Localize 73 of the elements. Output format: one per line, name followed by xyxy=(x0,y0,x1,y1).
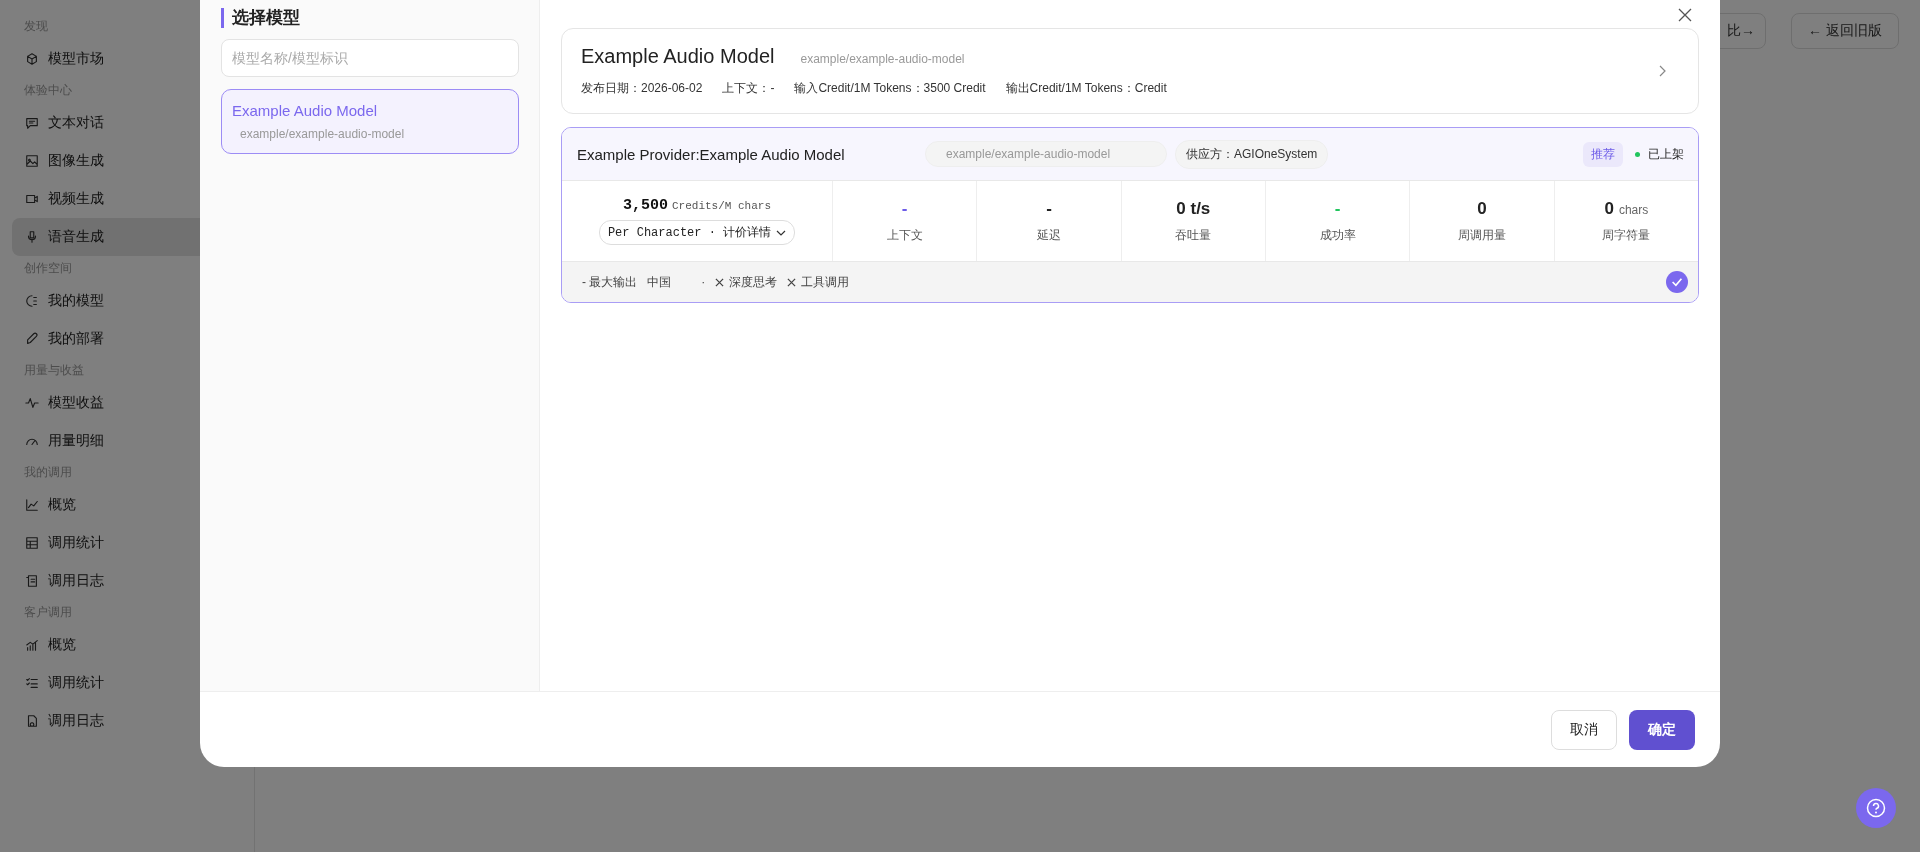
price-amount: 3,500 xyxy=(622,197,668,214)
nav-item[interactable]: 概览 xyxy=(12,486,242,524)
help-icon xyxy=(1866,798,1886,818)
selected-check-icon xyxy=(1666,271,1688,293)
chevron-right-icon xyxy=(1658,65,1666,77)
stat-label: 吞吐量 xyxy=(1175,226,1212,244)
stat-label: 周调用量 xyxy=(1458,226,1506,244)
limit-text: 中国 xyxy=(647,273,672,291)
nav-icon xyxy=(25,574,39,588)
nav-icon xyxy=(25,714,39,728)
nav-item[interactable]: 用量明细 xyxy=(12,422,242,460)
top-button[interactable]: ← 返回旧版 xyxy=(1791,13,1899,49)
nav-item[interactable]: 模型收益 xyxy=(12,384,242,422)
nav-icon xyxy=(25,396,39,410)
nav-icon xyxy=(25,192,39,206)
nav-item[interactable]: 调用日志 xyxy=(12,562,242,600)
confirm-button[interactable]: 确定 xyxy=(1629,709,1695,750)
provider-name: Example Provider:Example Audio Model xyxy=(577,145,846,163)
nav-item[interactable]: 调用日志 xyxy=(12,702,242,740)
stat-label: 上下文 xyxy=(886,226,923,244)
meta-item: 上下文：- xyxy=(722,80,775,97)
price-unit: Credits/M chars xyxy=(672,200,771,212)
provider-card[interactable]: Example Provider:Example Audio Model example/example-audio-model 供应方：AGIOneSystem 推荐 已上架 3,500 Credits/M chars Per Character · 计价详情 - 上下文 - 延迟 0 t/s 吞吐量 - 成功率 0 周调用量 0 chars 周字符量 - 最大输出 中国 · 深度思考 工具调用 xyxy=(561,127,1699,303)
stat-label: 周字符量 xyxy=(1602,226,1651,244)
nav-icon xyxy=(25,116,39,130)
meta-item: 输入Credit/1M Tokens：3500 Credit xyxy=(794,80,986,97)
model-name: Example Audio Model xyxy=(232,102,379,119)
nav-item[interactable]: 视频生成 xyxy=(12,180,242,218)
recommend-badge: 推荐 xyxy=(1583,141,1623,167)
meta-item: 发布日期：2026-06-02 xyxy=(581,80,703,97)
help-button[interactable] xyxy=(1856,788,1896,828)
vendor-tag: 供应方：AGIOneSystem xyxy=(1175,139,1329,169)
nav-icon xyxy=(25,638,39,652)
pricing-dropdown[interactable]: Per Character · 计价详情 xyxy=(598,220,796,245)
limit-text: - 最大输出 xyxy=(582,273,638,291)
nav-icon xyxy=(25,154,39,168)
nav-icon xyxy=(25,498,39,512)
nav-icon xyxy=(25,676,39,690)
nav-icon xyxy=(25,294,39,308)
stat-value: - xyxy=(1334,198,1341,219)
cancel-button[interactable]: 取消 xyxy=(1551,709,1617,750)
stat-label: 延迟 xyxy=(1037,226,1061,244)
stat-value: 0 xyxy=(1604,198,1614,219)
model-list-item[interactable]: Example Audio Model example/example-audio-model xyxy=(221,89,519,154)
status-label: 已上架 xyxy=(1648,145,1684,163)
model-title: Example Audio Model xyxy=(581,45,775,68)
model-id-tag: example/example-audio-model xyxy=(925,141,1167,167)
nav-item[interactable]: 调用统计 xyxy=(12,664,242,702)
meta-item: 输出Credit/1M Tokens：Credit xyxy=(1005,80,1167,97)
limit-text: · xyxy=(701,275,706,289)
nav-item[interactable]: 我的部署 xyxy=(12,320,242,358)
model-summary-card[interactable]: Example Audio Model example/example-audio-model 发布日期：2026-06-02 上下文：- 输入Credit/1M Tokens：3500 Credit 输出Credit/1M Tokens：Credit xyxy=(561,28,1699,114)
nav-icon xyxy=(25,230,39,244)
nav-item[interactable]: 概览 xyxy=(12,626,242,664)
nav-icon xyxy=(25,52,39,66)
stat-value: - xyxy=(901,198,908,219)
capability-label: 工具调用 xyxy=(801,273,850,291)
model-id: example/example-audio-model xyxy=(240,127,406,141)
stat-value: - xyxy=(1046,198,1052,219)
capability-label: 深度思考 xyxy=(729,273,778,291)
nav-item[interactable]: 调用统计 xyxy=(12,524,242,562)
nav-icon xyxy=(25,332,39,346)
search-field[interactable]: 模型名称/模型标识 xyxy=(221,39,519,77)
nav-item[interactable]: 我的模型 xyxy=(12,282,242,320)
dialog-title: 选择模型 xyxy=(221,8,519,28)
stat-value: 0 xyxy=(1477,198,1487,219)
stat-value: 0 t/s xyxy=(1176,198,1211,219)
stat-unit: chars xyxy=(1618,202,1649,217)
stat-label: 成功率 xyxy=(1319,226,1356,244)
model-id: example/example-audio-model xyxy=(800,52,965,66)
close-icon[interactable] xyxy=(1678,8,1692,22)
nav-icon xyxy=(25,536,39,550)
caret-icon xyxy=(776,229,787,236)
